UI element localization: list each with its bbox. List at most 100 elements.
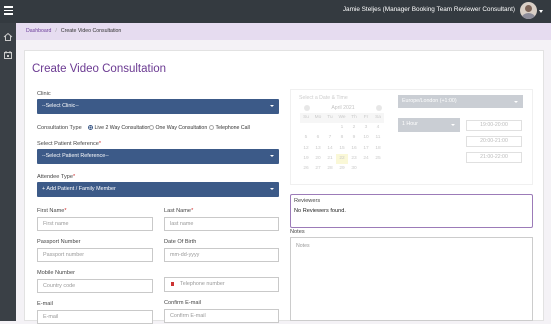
patient-reference-label: Select Patient Reference* (37, 141, 101, 147)
first-name-label: First Name* (37, 208, 67, 214)
dob-input[interactable]: mm-dd-yyyy (164, 248, 279, 262)
clinic-select[interactable]: --Select Clinic-- (37, 99, 279, 114)
confirm-email-label: Confirm E-mail (164, 300, 201, 306)
type-phone-label: Telephone Call (215, 125, 250, 131)
first-name-text: First Name (37, 208, 65, 214)
weekday-header: Fr (360, 113, 372, 124)
calendar-day (324, 123, 336, 133)
calendar-grid: Su Mo Tu We Th Fr Sa 1 2 3 4 5 6 7 8 9 10 11 12 13 14 15 16 17 1… (300, 113, 386, 174)
user-name[interactable]: Jamie Steljes (Manager Booking Team Revi… (343, 6, 515, 13)
calendar-day[interactable]: 15 (336, 144, 348, 154)
prev-month-icon[interactable] (304, 105, 310, 111)
page-title: Create Video Consultation (32, 63, 167, 75)
top-bar: Jamie Steljes (Manager Booking Team Revi… (0, 0, 551, 23)
calendar-day[interactable]: 21 (324, 154, 336, 164)
weekday-header: Tu (324, 113, 336, 124)
breadcrumb-current: Create Video Consultation (60, 28, 122, 34)
reviewers-empty: No Reviewers found. (294, 208, 346, 214)
type-live-label: Live 2 Way Consultation (94, 125, 151, 131)
radio-selected-icon (88, 125, 93, 130)
first-name-input[interactable]: First name (37, 217, 153, 231)
calendar-day[interactable]: 10 (360, 133, 372, 143)
time-slot[interactable]: 20:00-21:00 (466, 136, 522, 147)
calendar-day[interactable]: 11 (372, 133, 384, 143)
type-oneway-radio[interactable]: One Way Consultation (145, 125, 207, 131)
calendar-day[interactable]: 4 (372, 123, 384, 133)
calendar-header: April 2021 (300, 104, 386, 113)
calendar-day[interactable]: 29 (336, 164, 348, 174)
calendar-day[interactable]: 8 (336, 133, 348, 143)
calendar-day[interactable]: 9 (348, 133, 360, 143)
calendar-day (300, 123, 312, 133)
calendar-month: April 2021 (331, 105, 355, 111)
calendar-day[interactable]: 3 (360, 123, 372, 133)
breadcrumb: Dashboard / Create Video Consultation (16, 23, 551, 40)
attendee-type-label: Attendee Type* (37, 174, 75, 180)
calendar-day[interactable]: 18 (372, 144, 384, 154)
time-slot[interactable]: 19:00-20:00 (466, 120, 522, 131)
email-label: E-mail (37, 301, 53, 307)
passport-input[interactable]: Passport number (37, 248, 153, 262)
weekday-header: Mo (312, 113, 324, 124)
email-input[interactable]: E-mail (37, 310, 153, 324)
breadcrumb-dashboard[interactable]: Dashboard (26, 28, 51, 34)
calendar-day[interactable]: 13 (312, 144, 324, 154)
attendee-type-select[interactable]: + Add Patient / Family Member (37, 182, 279, 197)
consultation-type-label: Consultation Type (37, 125, 82, 131)
calendar-day[interactable]: 7 (324, 133, 336, 143)
calendar-day[interactable]: 19 (300, 154, 312, 164)
weekday-header: Su (300, 113, 312, 124)
clinic-label: Clinic (37, 91, 51, 97)
weekday-header: We (336, 113, 348, 124)
telephone-placeholder: Telephone number (180, 281, 225, 287)
calendar-day[interactable]: 16 (348, 144, 360, 154)
telephone-input[interactable]: Telephone number (164, 277, 279, 292)
calendar-day[interactable]: 28 (324, 164, 336, 174)
calendar-day[interactable]: 14 (324, 144, 336, 154)
duration-select[interactable]: 1 Hour (398, 118, 460, 132)
calendar-day[interactable]: 1 (336, 123, 348, 133)
calendar-icon[interactable] (3, 47, 13, 59)
type-live-radio[interactable]: Live 2 Way Consultation (84, 125, 150, 131)
calendar: April 2021 Su Mo Tu We Th Fr Sa 1 2 3 4 5 6 7 8 9 10 11 12… (300, 104, 386, 174)
date-time-hint: Select a Date & Time (299, 95, 348, 101)
calendar-day[interactable]: 12 (300, 144, 312, 154)
notes-label: Notes (290, 229, 305, 235)
passport-label: Passport Number (37, 239, 81, 245)
calendar-day[interactable]: 2 (348, 123, 360, 133)
mobile-label: Mobile Number (37, 270, 75, 276)
calendar-day[interactable]: 23 (348, 154, 360, 164)
avatar[interactable] (520, 2, 537, 19)
time-slot[interactable]: 21:00-22:00 (466, 152, 522, 163)
dob-label: Date Of Birth (164, 239, 197, 245)
country-code-input[interactable]: Country code (37, 279, 153, 293)
patient-reference-select[interactable]: --Select Patient Reference-- (37, 149, 279, 164)
menu-icon[interactable] (4, 6, 13, 15)
calendar-day[interactable]: 20 (312, 154, 324, 164)
calendar-day[interactable]: 22 (336, 153, 348, 164)
calendar-day[interactable]: 6 (312, 133, 324, 143)
breadcrumb-separator: / (55, 28, 57, 34)
reviewers-box: Reviewers No Reviewers found. (290, 194, 533, 228)
calendar-day[interactable]: 26 (300, 164, 312, 174)
calendar-day[interactable]: 30 (348, 164, 360, 174)
type-oneway-label: One Way Consultation (155, 125, 208, 131)
calendar-day[interactable]: 24 (360, 154, 372, 164)
home-icon[interactable] (3, 29, 13, 41)
last-name-label: Last Name* (164, 208, 193, 214)
required-mark: * (191, 208, 194, 214)
calendar-day[interactable]: 5 (300, 133, 312, 143)
calendar-day[interactable]: 17 (360, 144, 372, 154)
patient-reference-text: Select Patient Reference (37, 141, 99, 147)
sidebar (0, 23, 16, 321)
notes-textarea[interactable]: Notes (290, 237, 533, 321)
calendar-day[interactable]: 25 (372, 154, 384, 164)
last-name-input[interactable]: last name (164, 217, 279, 231)
next-month-icon[interactable] (376, 105, 382, 111)
required-mark: * (72, 174, 76, 180)
chevron-down-icon[interactable] (539, 10, 543, 13)
timezone-select[interactable]: Europe/London (+1:00) (398, 95, 523, 108)
type-phone-radio[interactable]: Telephone Call (205, 125, 250, 131)
calendar-day[interactable]: 27 (312, 164, 324, 174)
reviewers-label: Reviewers (294, 198, 321, 204)
